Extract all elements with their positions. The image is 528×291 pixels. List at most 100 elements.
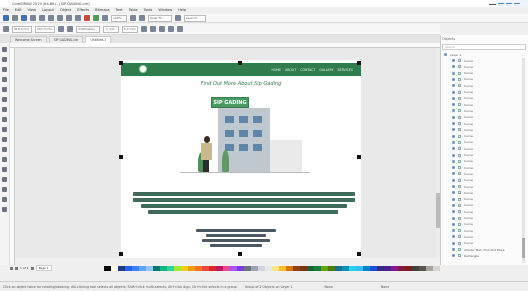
docker-search-input[interactable]: Search [442,44,526,50]
color-swatch[interactable] [188,266,195,271]
selection-handle[interactable] [238,252,242,256]
color-swatch[interactable] [370,266,377,271]
export-icon[interactable] [93,15,99,21]
eye-icon[interactable] [452,65,455,69]
eye-icon[interactable] [452,103,455,107]
color-swatch[interactable] [195,266,202,271]
menu-view[interactable]: View [28,8,36,12]
color-swatch[interactable] [111,266,118,271]
group-icon[interactable] [159,26,165,32]
color-swatch[interactable] [237,266,244,271]
eye-icon[interactable] [452,248,455,251]
body-text-line[interactable] [141,204,347,208]
eye-icon[interactable] [452,197,455,201]
selection-handle[interactable] [357,155,361,159]
object-row[interactable]: Curve [452,146,522,151]
eye-icon[interactable] [452,122,455,125]
color-swatch[interactable] [146,266,153,271]
color-swatch[interactable] [251,266,258,271]
copy-icon[interactable] [48,15,54,21]
color-swatch[interactable] [328,266,335,271]
color-swatch[interactable] [391,266,398,271]
object-row[interactable]: Curve [452,228,522,233]
color-swatch[interactable] [230,266,237,271]
eyedropper-icon[interactable] [2,187,7,192]
ellipse-tool-icon[interactable] [2,117,7,122]
object-row[interactable]: Curve [452,90,522,95]
page-size-icon[interactable] [3,26,9,32]
arrange-icon[interactable] [150,26,156,32]
color-swatch[interactable] [426,266,433,271]
color-swatch[interactable] [160,266,167,271]
menu-layout[interactable]: Layout [42,8,54,12]
zoom-tool-icon[interactable] [2,77,7,82]
eye-icon[interactable] [452,109,455,113]
eye-icon[interactable] [452,235,455,239]
object-row[interactable]: Curve [452,58,522,63]
paste-icon[interactable] [57,15,63,21]
connector-tool-icon[interactable] [2,157,7,162]
redo-icon[interactable] [75,15,81,21]
object-row[interactable]: Curve [452,209,522,214]
open-icon[interactable] [12,15,18,21]
color-swatch[interactable] [125,266,132,271]
layer-row[interactable]: Layer 1 [444,52,514,57]
color-swatch[interactable] [132,266,139,271]
menu-tools[interactable]: Tools [144,8,153,12]
page-height-field[interactable]: 297.0 mm [35,25,55,33]
eye-icon[interactable] [452,203,455,207]
color-swatch[interactable] [307,266,314,271]
color-swatch[interactable] [398,266,405,271]
object-row[interactable]: Curve [452,171,522,176]
object-row[interactable]: Curve [452,121,522,126]
docker-scrollbar[interactable] [522,58,525,263]
eye-icon[interactable] [444,53,447,56]
cut-icon[interactable] [39,15,45,21]
color-swatch[interactable] [202,266,209,271]
object-row[interactable]: Curve [452,190,522,195]
interactive-fill-icon[interactable] [2,197,7,202]
combine-icon[interactable] [177,26,183,32]
eye-icon[interactable] [452,140,455,144]
object-row[interactable]: Curve [452,64,522,69]
eye-icon[interactable] [452,59,455,62]
eye-icon[interactable] [452,241,455,245]
polygon-tool-icon[interactable] [2,127,7,132]
next-page-icon[interactable] [30,266,34,270]
selection-handle[interactable] [238,61,242,65]
ungroup-icon[interactable] [168,26,174,32]
align-icon[interactable] [141,26,147,32]
object-row[interactable]: Curve [452,234,522,239]
transparency-tool-icon[interactable] [2,177,7,182]
tab-sip-gading[interactable]: SIP GADING.cdr [48,36,84,43]
nudge-distance-field[interactable]: .1 mm [103,25,119,33]
color-swatch[interactable] [139,266,146,271]
object-row[interactable]: Curve [452,115,522,120]
object-row[interactable]: Artistic Text: Find Out More [452,247,522,252]
selection-handle[interactable] [119,61,123,65]
eye-icon[interactable] [452,216,455,220]
eye-icon[interactable] [452,229,455,233]
object-row[interactable]: Curve [452,108,522,113]
outline-indicator[interactable]: None [381,285,389,289]
eye-icon[interactable] [452,222,455,226]
eye-icon[interactable] [452,178,455,182]
menu-window[interactable]: Window [158,8,172,12]
footer-text-line[interactable] [206,234,266,237]
eye-icon[interactable] [452,191,455,195]
freehand-tool-icon[interactable] [2,87,7,92]
menu-bitmaps[interactable]: Bitmaps [95,8,109,12]
page-width-field[interactable]: 210.0 mm [12,25,32,33]
save-icon[interactable] [21,15,27,21]
footer-text-line[interactable] [210,244,262,247]
object-row[interactable]: Curve [452,222,522,227]
object-row[interactable]: Curve [452,102,522,107]
shape-tool-icon[interactable] [2,57,7,62]
artistic-media-icon[interactable] [2,97,7,102]
object-row[interactable]: Rectangle [452,253,522,258]
tab-untitled[interactable]: Untitled-1 [85,36,112,43]
full-screen-icon[interactable] [130,15,136,21]
object-row[interactable]: Curve [452,83,522,88]
smart-fill-icon[interactable] [2,207,7,212]
object-row[interactable]: Curve [452,184,522,189]
